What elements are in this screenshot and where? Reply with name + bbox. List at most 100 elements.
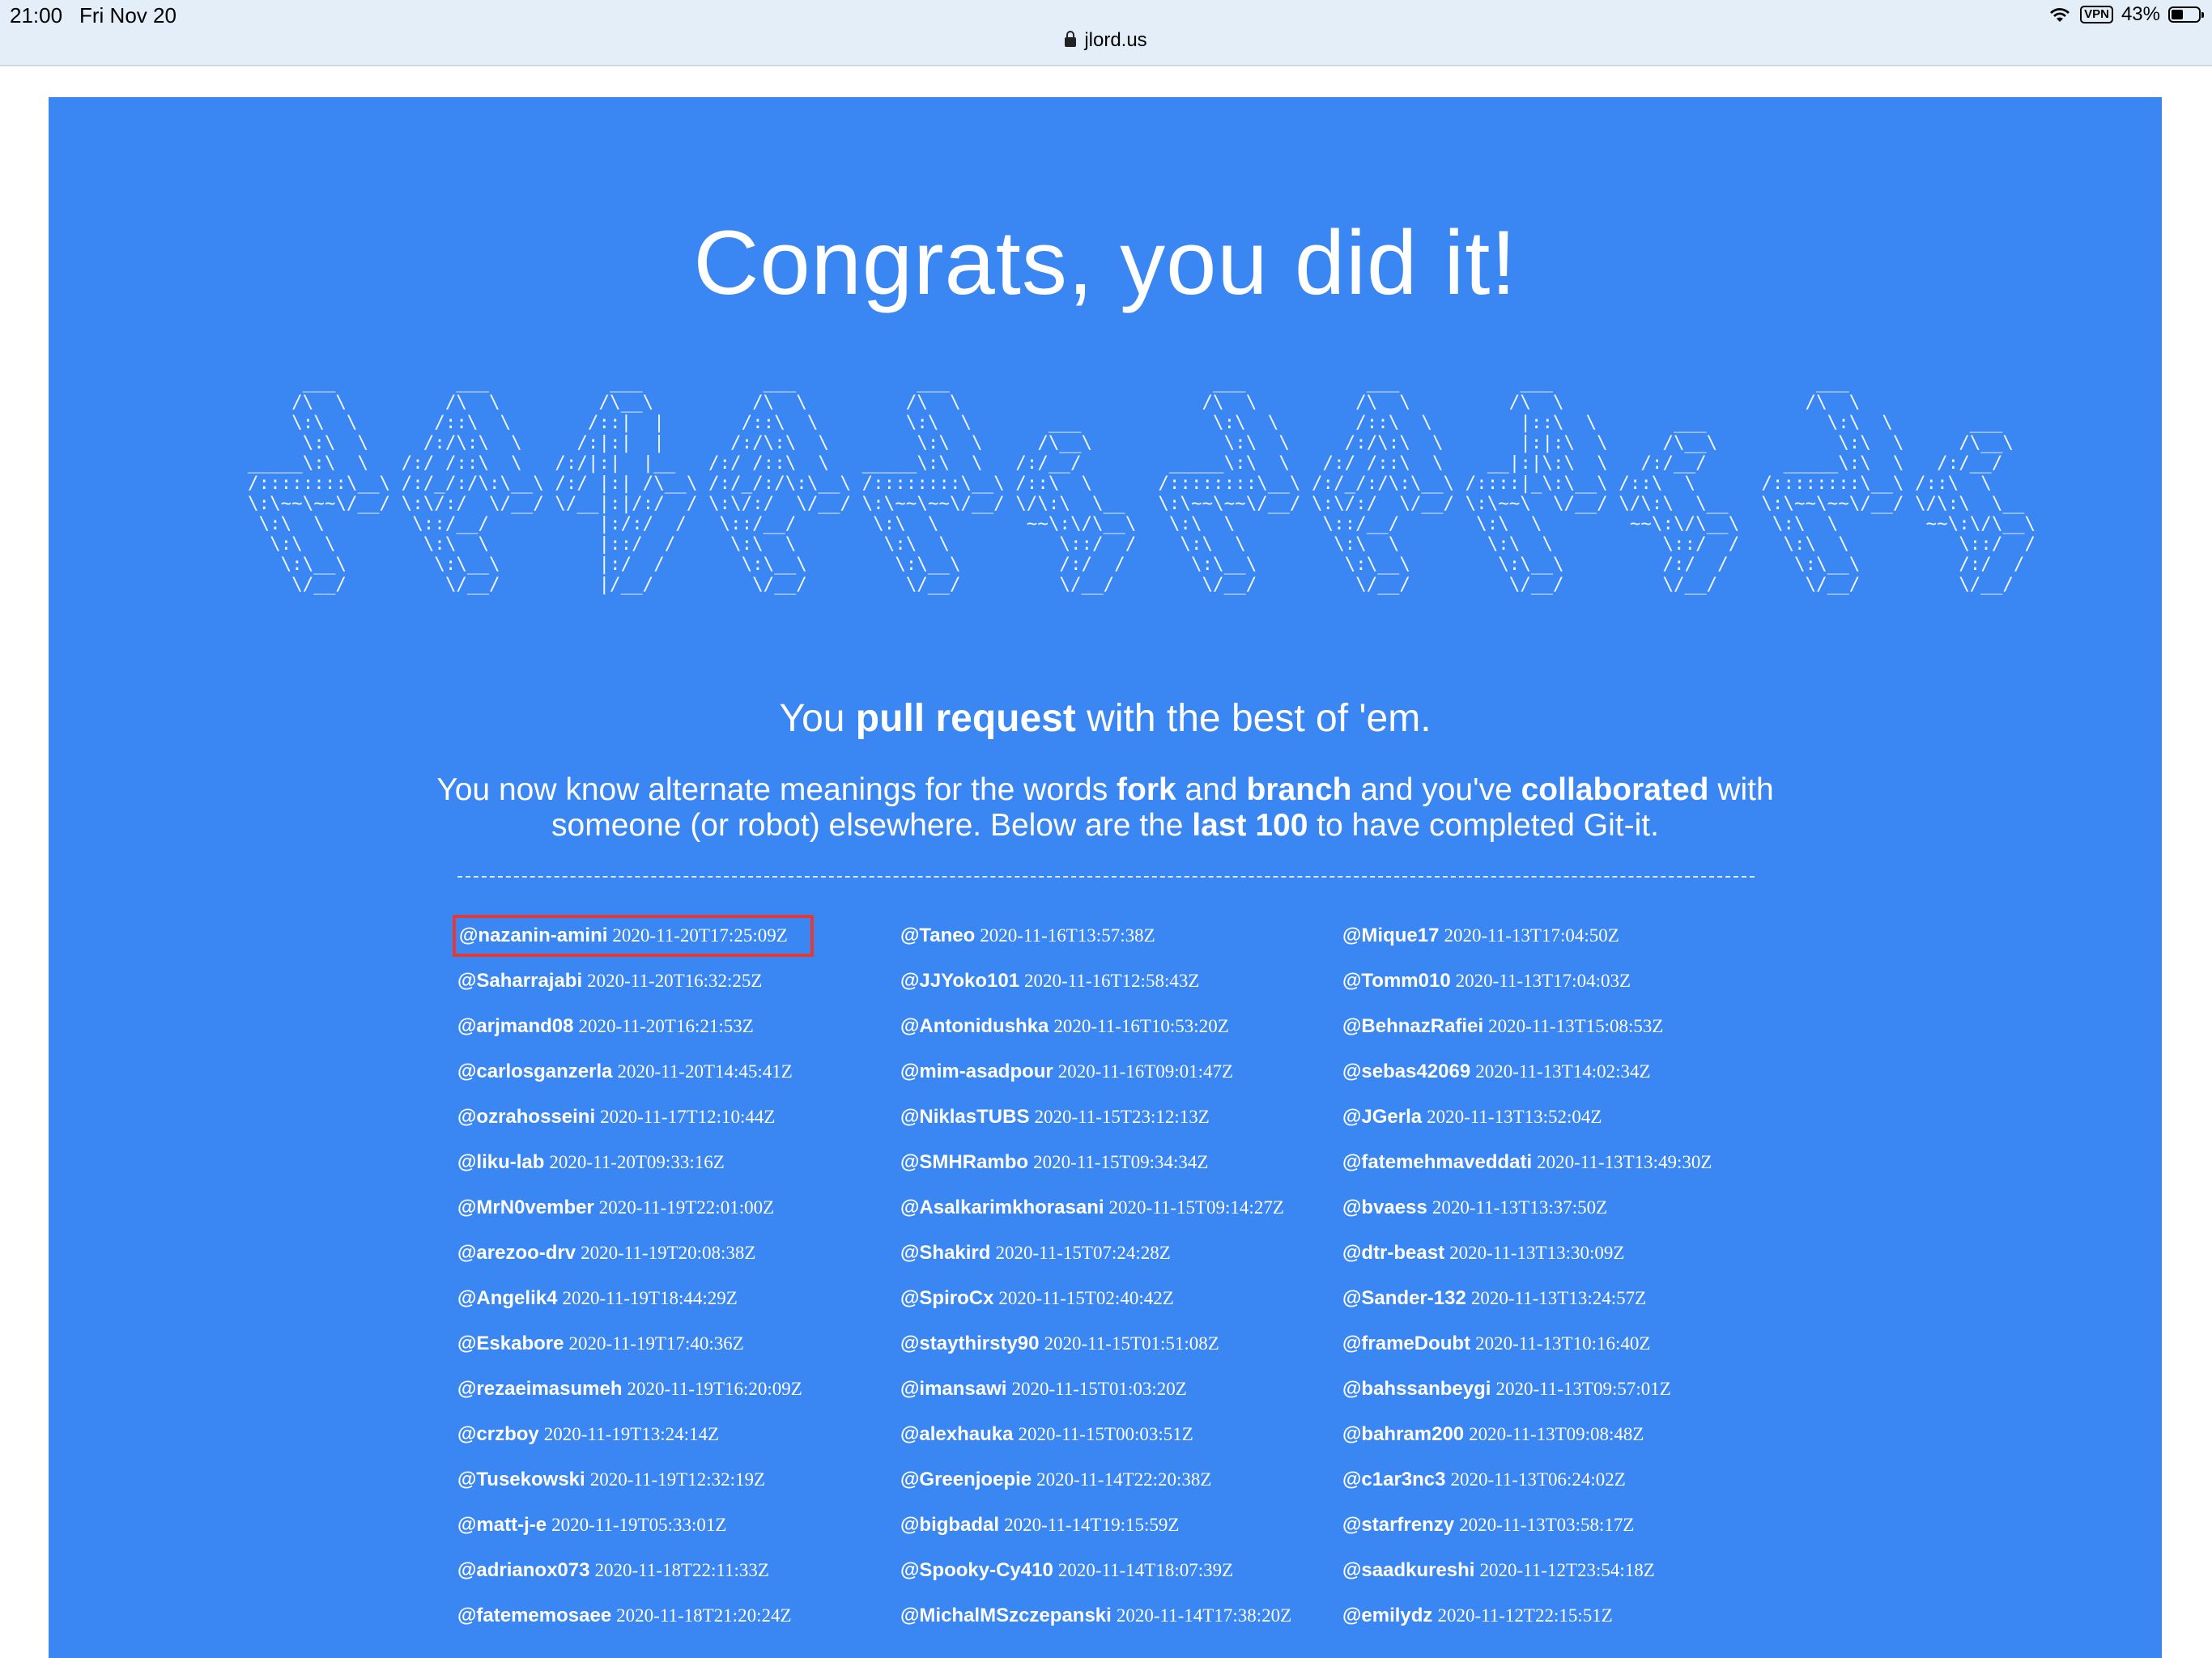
- desc-bold-last-100: last 100: [1192, 808, 1308, 843]
- username-link[interactable]: @sebas42069: [1342, 1061, 1470, 1082]
- list-item-content: @staythirsty90 2020-11-15T01:51:08Z: [900, 1333, 1219, 1354]
- battery-fill: [2172, 10, 2183, 19]
- username-link[interactable]: @JGerla: [1342, 1106, 1422, 1128]
- username-link[interactable]: @liku-lab: [457, 1151, 544, 1173]
- username-link[interactable]: @imansawi: [900, 1378, 1006, 1400]
- username-link[interactable]: @arezoo-drv: [457, 1242, 576, 1264]
- username-link[interactable]: @Eskabore: [457, 1333, 564, 1354]
- timestamp: 2020-11-19T12:32:19Z: [589, 1469, 766, 1490]
- username-link[interactable]: @dtr-beast: [1342, 1242, 1444, 1264]
- list-item: @Angelik4 2020-11-19T18:44:29Z: [457, 1276, 911, 1321]
- page-content: Congrats, you did it! ___ ___ ___ ___ __…: [49, 97, 2162, 1658]
- username-link[interactable]: @emilydz: [1342, 1605, 1432, 1626]
- list-item: @Tusekowski 2020-11-19T12:32:19Z: [457, 1457, 911, 1503]
- username-link[interactable]: @BehnazRafiei: [1342, 1015, 1483, 1037]
- username-link[interactable]: @SMHRambo: [900, 1151, 1028, 1173]
- desc-bold-fork: fork: [1117, 772, 1176, 807]
- username-link[interactable]: @matt-j-e: [457, 1514, 547, 1536]
- list-item-content: @Eskabore 2020-11-19T17:40:36Z: [457, 1333, 744, 1354]
- username-link[interactable]: @Angelik4: [457, 1287, 557, 1309]
- username-link[interactable]: @alexhauka: [900, 1423, 1013, 1445]
- desc-part-3: and you've: [1351, 772, 1521, 807]
- timestamp: 2020-11-17T12:10:44Z: [600, 1107, 776, 1127]
- username-link[interactable]: @rezaeimasumeh: [457, 1378, 623, 1400]
- username-link[interactable]: @Asalkarimkhorasani: [900, 1197, 1104, 1218]
- username-link[interactable]: @crzboy: [457, 1423, 539, 1445]
- timestamp: 2020-11-20T16:32:25Z: [587, 971, 763, 991]
- list-item-content: @Spooky-Cy410 2020-11-14T18:07:39Z: [900, 1559, 1233, 1581]
- username-link[interactable]: @mim-asadpour: [900, 1061, 1053, 1082]
- list-item: @Asalkarimkhorasani 2020-11-15T09:14:27Z: [900, 1185, 1354, 1231]
- list-item-content: @liku-lab 2020-11-20T09:33:16Z: [457, 1151, 725, 1173]
- timestamp: 2020-11-13T13:30:09Z: [1449, 1243, 1625, 1263]
- username-link[interactable]: @staythirsty90: [900, 1333, 1039, 1354]
- address-bar[interactable]: jlord.us: [0, 29, 2212, 52]
- timestamp: 2020-11-19T17:40:36Z: [568, 1333, 744, 1354]
- username-link[interactable]: @Taneo: [900, 925, 975, 946]
- list-item: @Taneo 2020-11-16T13:57:38Z: [900, 913, 1354, 959]
- list-item: @bvaess 2020-11-13T13:37:50Z: [1342, 1185, 1796, 1231]
- username-link[interactable]: @adrianox073: [457, 1559, 589, 1581]
- list-item: @fatememosaee 2020-11-18T21:20:24Z: [457, 1593, 911, 1639]
- username-link[interactable]: @Shakird: [900, 1242, 990, 1264]
- list-item-content: @NiklasTUBS 2020-11-15T23:12:13Z: [900, 1106, 1210, 1128]
- list-item-content: @JJYoko101 2020-11-16T12:58:43Z: [900, 970, 1199, 992]
- timestamp: 2020-11-14T17:38:20Z: [1116, 1605, 1292, 1626]
- list-item-content: @carlosganzerla 2020-11-20T14:45:41Z: [457, 1061, 793, 1082]
- username-link[interactable]: @MrN0vember: [457, 1197, 594, 1218]
- timestamp: 2020-11-15T00:03:51Z: [1018, 1424, 1193, 1444]
- username-link[interactable]: @SpiroCx: [900, 1287, 993, 1309]
- username-link[interactable]: @Mique17: [1342, 925, 1439, 946]
- list-item: @fatemehmaveddati 2020-11-13T13:49:30Z: [1342, 1140, 1796, 1185]
- desc-bold-branch: branch: [1246, 772, 1352, 807]
- list-item-content: @arezoo-drv 2020-11-19T20:08:38Z: [457, 1242, 755, 1264]
- list-item: @dtr-beast 2020-11-13T13:30:09Z: [1342, 1231, 1796, 1276]
- list-item-content: @saadkureshi 2020-11-12T23:54:18Z: [1342, 1559, 1655, 1581]
- username-link[interactable]: @fatememosaee: [457, 1605, 611, 1626]
- list-item: @NiklasTUBS 2020-11-15T23:12:13Z: [900, 1095, 1354, 1140]
- timestamp: 2020-11-20T14:45:41Z: [617, 1061, 793, 1082]
- username-link[interactable]: @Antonidushka: [900, 1015, 1049, 1037]
- username-link[interactable]: @arjmand08: [457, 1015, 573, 1037]
- list-item-content: @Tomm010 2020-11-13T17:04:03Z: [1342, 970, 1631, 992]
- username-link[interactable]: @Greenjoepie: [900, 1469, 1032, 1490]
- list-item-content: @matt-j-e 2020-11-19T05:33:01Z: [457, 1514, 726, 1536]
- timestamp: 2020-11-19T22:01:00Z: [598, 1197, 775, 1218]
- list-item: @mim-asadpour 2020-11-16T09:01:47Z: [900, 1049, 1354, 1095]
- username-link[interactable]: @Saharrajabi: [457, 970, 582, 992]
- username-link[interactable]: @starfrenzy: [1342, 1514, 1454, 1536]
- timestamp: 2020-11-16T09:01:47Z: [1057, 1061, 1234, 1082]
- list-item-content: @Shakird 2020-11-15T07:24:28Z: [900, 1242, 1171, 1264]
- username-link[interactable]: @fatemehmaveddati: [1342, 1151, 1532, 1173]
- username-link[interactable]: @nazanin-amini: [459, 925, 607, 946]
- username-link[interactable]: @ozrahosseini: [457, 1106, 595, 1128]
- username-link[interactable]: @Tusekowski: [457, 1469, 585, 1490]
- timestamp: 2020-11-16T13:57:38Z: [980, 925, 1155, 946]
- url-text[interactable]: jlord.us: [1084, 29, 1146, 51]
- username-link[interactable]: @bvaess: [1342, 1197, 1427, 1218]
- username-link[interactable]: @saadkureshi: [1342, 1559, 1474, 1581]
- timestamp: 2020-11-13T09:57:01Z: [1495, 1379, 1671, 1399]
- list-item: @Antonidushka 2020-11-16T10:53:20Z: [900, 1004, 1354, 1049]
- username-link[interactable]: @Spooky-Cy410: [900, 1559, 1053, 1581]
- username-link[interactable]: @carlosganzerla: [457, 1061, 612, 1082]
- list-item: @emilydz 2020-11-12T22:15:51Z: [1342, 1593, 1796, 1639]
- username-link[interactable]: @bigbadal: [900, 1514, 999, 1536]
- username-link[interactable]: @bahssanbeygi: [1342, 1378, 1491, 1400]
- username-link[interactable]: @NiklasTUBS: [900, 1106, 1029, 1128]
- username-link[interactable]: @JJYoko101: [900, 970, 1019, 992]
- username-link[interactable]: @bahram200: [1342, 1423, 1464, 1445]
- list-item: @saadkureshi 2020-11-12T23:54:18Z: [1342, 1548, 1796, 1593]
- username-link[interactable]: @Tomm010: [1342, 970, 1451, 992]
- list-item: @Shakird 2020-11-15T07:24:28Z: [900, 1231, 1354, 1276]
- list-item-content: @Taneo 2020-11-16T13:57:38Z: [900, 925, 1155, 946]
- username-link[interactable]: @Sander-132: [1342, 1287, 1466, 1309]
- timestamp: 2020-11-15T01:03:20Z: [1011, 1379, 1187, 1399]
- username-link[interactable]: @c1ar3nc3: [1342, 1469, 1446, 1490]
- list-item-content: @bvaess 2020-11-13T13:37:50Z: [1342, 1197, 1607, 1218]
- list-item: @arjmand08 2020-11-20T16:21:53Z: [457, 1004, 911, 1049]
- list-item-content: @bigbadal 2020-11-14T19:15:59Z: [900, 1514, 1179, 1536]
- username-link[interactable]: @MichalMSzczepanski: [900, 1605, 1112, 1626]
- username-link[interactable]: @frameDoubt: [1342, 1333, 1470, 1354]
- list-item: @imansawi 2020-11-15T01:03:20Z: [900, 1367, 1354, 1412]
